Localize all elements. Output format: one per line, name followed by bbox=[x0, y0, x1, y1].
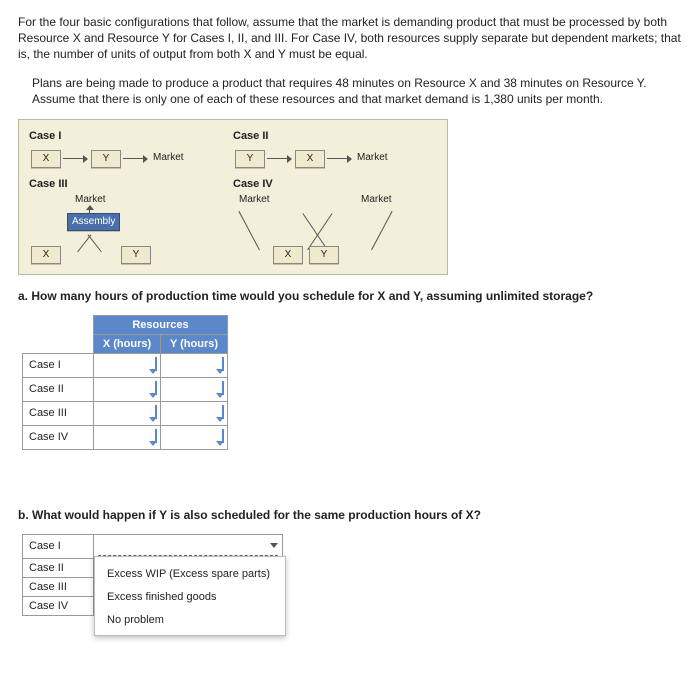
case4-box-y: Y bbox=[309, 246, 339, 264]
table-a-y-input[interactable] bbox=[164, 429, 224, 443]
case2-box-y: Y bbox=[235, 150, 265, 168]
configurations-diagram: Case I X Y Market Case II Y X Market Ca bbox=[18, 119, 448, 275]
case1-title: Case I bbox=[29, 130, 233, 142]
case2-title: Case II bbox=[233, 130, 437, 142]
dropdown-option[interactable]: Excess WIP (Excess spare parts) bbox=[95, 563, 285, 586]
table-a-group-header: Resources bbox=[94, 315, 228, 334]
case4-market-right: Market bbox=[361, 194, 392, 205]
table-b-row-label: Case II bbox=[23, 558, 94, 577]
case3-box-x: X bbox=[31, 246, 61, 264]
case2-arrow-xm bbox=[327, 158, 351, 159]
case3-assembly-box: Assembly bbox=[67, 213, 120, 231]
case4-title: Case IV bbox=[233, 178, 437, 190]
case2-market-label: Market bbox=[357, 152, 388, 163]
table-b-row-label: Case III bbox=[23, 577, 94, 596]
case3-market-label: Market bbox=[75, 194, 106, 205]
table-a-row-label: Case IV bbox=[23, 425, 94, 449]
case1-arrow-xy bbox=[63, 158, 87, 159]
case4-line-xmr bbox=[307, 213, 332, 250]
case3-line-y bbox=[88, 234, 102, 252]
table-a-x-input[interactable] bbox=[97, 405, 157, 419]
intro-paragraph-1: For the four basic configurations that f… bbox=[18, 14, 682, 63]
intro-paragraph-2: Plans are being made to produce a produc… bbox=[32, 75, 682, 107]
case1-market-label: Market bbox=[153, 152, 184, 163]
case4-market-left: Market bbox=[239, 194, 270, 205]
table-a-row-label: Case II bbox=[23, 377, 94, 401]
table-a-x-input[interactable] bbox=[97, 429, 157, 443]
table-a: Resources X (hours) Y (hours) Case I Cas… bbox=[22, 315, 228, 450]
table-a-y-input[interactable] bbox=[164, 405, 224, 419]
table-a-header-y: Y (hours) bbox=[161, 334, 228, 353]
case2-box-x: X bbox=[295, 150, 325, 168]
case4-box-x: X bbox=[273, 246, 303, 264]
case3-box-y: Y bbox=[121, 246, 151, 264]
dropdown-option[interactable]: Excess finished goods bbox=[95, 586, 285, 609]
table-b-row-label: Case I bbox=[23, 534, 94, 558]
case3-title: Case III bbox=[29, 178, 233, 190]
table-a-row-label: Case I bbox=[23, 353, 94, 377]
table-a-row-label: Case III bbox=[23, 401, 94, 425]
case4-line-ymr bbox=[371, 211, 393, 250]
case4-line-xm bbox=[238, 211, 260, 250]
case1-box-y: Y bbox=[91, 150, 121, 168]
case4-line-yml bbox=[302, 213, 327, 250]
table-a-header-x: X (hours) bbox=[94, 334, 161, 353]
case2-arrow-yx bbox=[267, 158, 291, 159]
case1-box-x: X bbox=[31, 150, 61, 168]
question-b: b. What would happen if Y is also schedu… bbox=[18, 508, 682, 522]
question-a: a. How many hours of production time wou… bbox=[18, 289, 682, 303]
dropdown-option[interactable]: No problem bbox=[95, 609, 285, 632]
table-a-y-input[interactable] bbox=[164, 357, 224, 371]
case1-arrow-ym bbox=[123, 158, 147, 159]
table-b-row-label: Case IV bbox=[23, 596, 94, 615]
table-a-x-input[interactable] bbox=[97, 381, 157, 395]
table-b-dropdown[interactable] bbox=[98, 537, 278, 556]
table-a-y-input[interactable] bbox=[164, 381, 224, 395]
dropdown-popup: Excess WIP (Excess spare parts) Excess f… bbox=[94, 556, 286, 637]
table-a-x-input[interactable] bbox=[97, 357, 157, 371]
